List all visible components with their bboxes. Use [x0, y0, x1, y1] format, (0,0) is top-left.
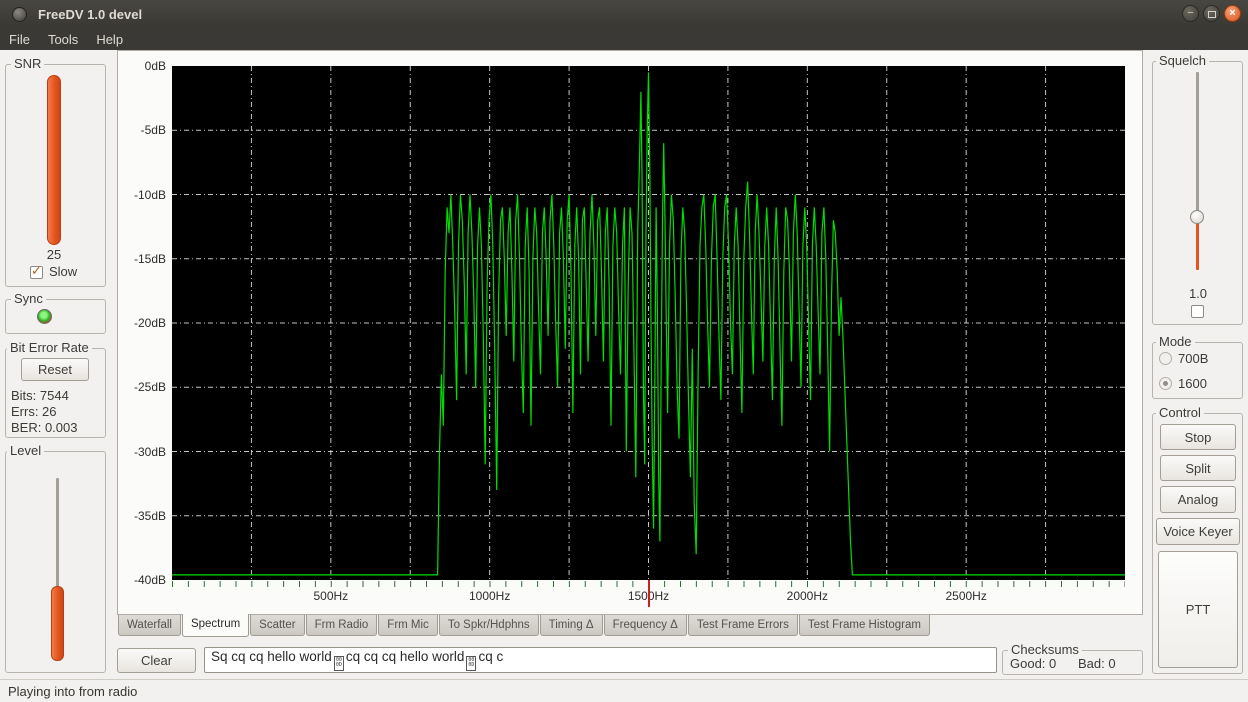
- y-axis-label: -35dB: [119, 509, 166, 523]
- ber-value: BER: 0.003: [11, 420, 78, 435]
- status-text: Playing into from radio: [8, 684, 137, 699]
- tab-timing-delta[interactable]: Timing Δ: [540, 615, 603, 636]
- x-axis-label: 2500Hz: [936, 589, 996, 603]
- maximize-icon: [1208, 11, 1216, 18]
- y-axis-label: -30dB: [119, 445, 166, 459]
- reset-button[interactable]: Reset: [21, 358, 89, 381]
- ber-bits: Bits: 7544: [11, 388, 69, 403]
- minimize-icon: −: [1187, 7, 1193, 19]
- squelch-checkbox[interactable]: [1191, 305, 1204, 318]
- tab-frequency-delta[interactable]: Frequency Δ: [604, 615, 687, 636]
- status-bar: Playing into from radio: [0, 679, 1248, 702]
- control-group-label: Control: [1156, 406, 1204, 420]
- tab-test-frame-errors[interactable]: Test Frame Errors: [688, 615, 798, 636]
- snr-gauge: [47, 75, 61, 245]
- close-icon: ×: [1229, 7, 1235, 19]
- freedv-window: FreeDV 1.0 devel − × File Tools Help SNR…: [0, 0, 1248, 702]
- y-axis-label: -5dB: [119, 123, 166, 137]
- mode-radio-1600[interactable]: [1159, 377, 1172, 390]
- slow-checkbox[interactable]: ✓: [30, 266, 43, 279]
- slow-checkbox-label[interactable]: Slow: [49, 264, 77, 279]
- mode-radio-700b-label[interactable]: 700B: [1178, 351, 1208, 366]
- snr-value: 25: [40, 247, 68, 262]
- check-icon: ✓: [31, 263, 42, 279]
- notebook-tabbar: Waterfall Spectrum Scatter Frm Radio Frm…: [118, 615, 931, 637]
- level-gauge[interactable]: [51, 586, 64, 661]
- checksums-good: Good: 0: [1010, 656, 1056, 671]
- ber-errs: Errs: 26: [11, 404, 57, 419]
- x-axis-label: 1000Hz: [460, 589, 520, 603]
- snr-group-label: SNR: [11, 57, 44, 71]
- clear-button[interactable]: Clear: [117, 648, 196, 673]
- missing-glyph-box: 000D: [334, 656, 344, 671]
- menu-help[interactable]: Help: [87, 29, 132, 50]
- checksums-group-label: Checksums: [1008, 643, 1082, 657]
- mode-radio-1600-label[interactable]: 1600: [1178, 376, 1207, 391]
- squelch-group-label: Squelch: [1156, 54, 1209, 68]
- sync-led-icon: [37, 309, 52, 324]
- title-bar[interactable]: FreeDV 1.0 devel − ×: [0, 0, 1248, 29]
- squelch-track-fill: [1196, 218, 1199, 270]
- minimize-button[interactable]: −: [1182, 5, 1199, 22]
- x-axis-label: 500Hz: [301, 589, 361, 603]
- maximize-button[interactable]: [1203, 5, 1220, 22]
- x-axis-label: 2000Hz: [777, 589, 837, 603]
- sync-group-label: Sync: [11, 292, 46, 306]
- close-button[interactable]: ×: [1224, 5, 1241, 22]
- voice-keyer-button[interactable]: Voice Keyer: [1156, 518, 1240, 545]
- ptt-button[interactable]: PTT: [1158, 551, 1238, 668]
- analog-button[interactable]: Analog: [1160, 486, 1236, 513]
- ber-group-label: Bit Error Rate: [7, 341, 92, 355]
- tab-to-spkr[interactable]: To Spkr/Hdphns: [439, 615, 539, 636]
- tab-test-frame-histogram[interactable]: Test Frame Histogram: [799, 615, 930, 636]
- mode-radio-700b[interactable]: [1159, 352, 1172, 365]
- squelch-value: 1.0: [1184, 286, 1212, 301]
- y-axis-label: -20dB: [119, 316, 166, 330]
- missing-glyph-box: 000D: [466, 656, 476, 671]
- y-axis-label: -10dB: [119, 188, 166, 202]
- squelch-slider-knob[interactable]: [1190, 210, 1204, 224]
- app-icon: [12, 7, 27, 22]
- split-button[interactable]: Split: [1160, 455, 1236, 481]
- y-axis-label: -40dB: [119, 573, 166, 587]
- tab-frm-mic[interactable]: Frm Mic: [378, 615, 438, 636]
- menu-file[interactable]: File: [0, 29, 39, 50]
- rx-text-input[interactable]: Sq cq cq hello world000Dcq cq cq hello w…: [204, 647, 997, 673]
- window-title: FreeDV 1.0 devel: [38, 7, 142, 22]
- level-group-label: Level: [7, 444, 44, 458]
- tab-spectrum[interactable]: Spectrum: [182, 614, 249, 637]
- y-axis-label: -15dB: [119, 252, 166, 266]
- tab-scatter[interactable]: Scatter: [250, 615, 304, 636]
- stop-button[interactable]: Stop: [1160, 424, 1236, 450]
- tab-frm-radio[interactable]: Frm Radio: [306, 615, 378, 636]
- y-axis-label: -25dB: [119, 380, 166, 394]
- spectrum-trace: [172, 66, 1125, 580]
- menu-bar: File Tools Help: [0, 28, 1248, 50]
- spectrum-plot[interactable]: [172, 66, 1125, 580]
- tuning-marker[interactable]: [648, 580, 650, 607]
- y-axis-label: 0dB: [119, 59, 166, 73]
- tab-waterfall[interactable]: Waterfall: [118, 615, 181, 636]
- rx-text: Sq cq cq hello world000Dcq cq cq hello w…: [211, 649, 503, 671]
- mode-group-label: Mode: [1156, 335, 1195, 349]
- checksums-bad: Bad: 0: [1078, 656, 1116, 671]
- menu-tools[interactable]: Tools: [39, 29, 87, 50]
